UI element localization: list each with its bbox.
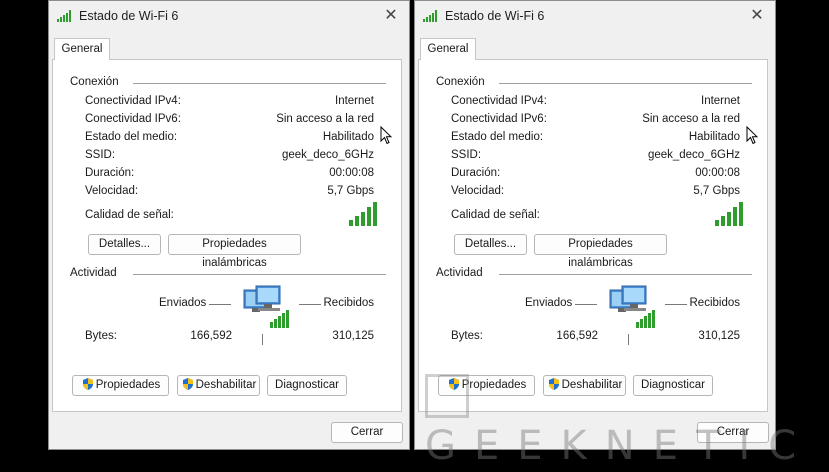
details-button[interactable]: Detalles...	[454, 234, 527, 255]
shield-icon	[182, 378, 193, 390]
tab-general[interactable]: General	[420, 38, 476, 60]
divider	[499, 83, 752, 84]
close-icon[interactable]: ✕	[383, 7, 399, 25]
speed-label: Velocidad:	[85, 185, 139, 197]
received-line	[665, 304, 687, 305]
bytes-received-value: 310,125	[698, 330, 740, 342]
speed-label: Velocidad:	[451, 185, 505, 197]
ssid-label: SSID:	[85, 149, 116, 161]
diagnose-button[interactable]: Diagnosticar	[633, 375, 713, 396]
duration-label: Duración:	[451, 167, 501, 179]
ipv4-value: Internet	[701, 95, 740, 107]
sent-line	[209, 304, 231, 305]
mouse-cursor-icon	[380, 126, 392, 145]
title-bar[interactable]: Estado de Wi-Fi 6 ✕	[415, 1, 775, 33]
signal-quality-label: Calidad de señal:	[451, 209, 540, 221]
divider	[499, 274, 752, 275]
network-computers-icon	[609, 285, 655, 328]
ipv6-label: Conectividad IPv6:	[451, 113, 547, 125]
activity-group-title: Actividad	[70, 267, 117, 279]
wifi-signal-icon	[57, 10, 71, 22]
disable-button-label: Deshabilitar	[561, 379, 623, 391]
wireless-properties-button[interactable]: Propiedades inalámbricas	[534, 234, 667, 269]
mouse-cursor-icon	[746, 126, 758, 145]
window-title: Estado de Wi-Fi 6	[79, 9, 179, 23]
bytes-label: Bytes:	[451, 330, 483, 342]
divider-tick	[628, 334, 629, 345]
bytes-sent-value: 166,592	[556, 330, 598, 342]
shield-icon	[448, 378, 459, 390]
signal-quality-bars-icon	[715, 202, 743, 226]
properties-button-label: Propiedades	[95, 379, 161, 391]
sent-label: Enviados	[525, 297, 573, 309]
ipv4-label: Conectividad IPv4:	[451, 95, 547, 107]
close-button[interactable]: Cerrar	[331, 422, 403, 443]
speed-value: 5,7 Gbps	[693, 185, 740, 197]
properties-button[interactable]: Propiedades	[438, 375, 535, 396]
disable-button-label: Deshabilitar	[195, 379, 257, 391]
connection-group-title: Conexión	[70, 76, 119, 88]
connection-group-title: Conexión	[436, 76, 485, 88]
window-title: Estado de Wi-Fi 6	[445, 9, 545, 23]
bytes-received-value: 310,125	[332, 330, 374, 342]
media-state-value: Habilitado	[322, 131, 374, 143]
media-state-label: Estado del medio:	[451, 131, 544, 143]
network-computers-icon	[243, 285, 289, 328]
signal-quality-label: Calidad de señal:	[85, 209, 174, 221]
title-bar[interactable]: Estado de Wi-Fi 6 ✕	[49, 1, 409, 33]
close-icon[interactable]: ✕	[749, 7, 765, 25]
received-label: Recibidos	[323, 297, 375, 309]
details-button[interactable]: Detalles...	[88, 234, 161, 255]
general-panel: Conexión Conectividad IPv4: Internet Con…	[52, 59, 402, 412]
duration-label: Duración:	[85, 167, 135, 179]
divider-tick	[262, 334, 263, 345]
properties-button-label: Propiedades	[461, 379, 527, 391]
wireless-properties-button[interactable]: Propiedades inalámbricas	[168, 234, 301, 269]
tab-general[interactable]: General	[54, 38, 110, 60]
shield-icon	[548, 378, 559, 390]
disable-button[interactable]: Deshabilitar	[543, 375, 626, 396]
sent-label: Enviados	[159, 297, 207, 309]
divider	[133, 83, 386, 84]
properties-button[interactable]: Propiedades	[72, 375, 169, 396]
divider	[133, 274, 386, 275]
ipv4-value: Internet	[335, 95, 374, 107]
ssid-value: geek_deco_6GHz	[281, 149, 374, 161]
ipv6-label: Conectividad IPv6:	[85, 113, 181, 125]
activity-group-title: Actividad	[436, 267, 483, 279]
wifi-status-window-1: Estado de Wi-Fi 6 ✕ General Conexión Con…	[48, 0, 410, 450]
sent-line	[575, 304, 597, 305]
ipv4-label: Conectividad IPv4:	[85, 95, 181, 107]
disable-button[interactable]: Deshabilitar	[177, 375, 260, 396]
ipv6-value: Sin acceso a la red	[276, 113, 374, 125]
speed-value: 5,7 Gbps	[327, 185, 374, 197]
close-button[interactable]: Cerrar	[697, 422, 769, 443]
bytes-sent-value: 166,592	[190, 330, 232, 342]
general-panel: Conexión Conectividad IPv4: Internet Con…	[418, 59, 768, 412]
received-label: Recibidos	[689, 297, 741, 309]
duration-value: 00:00:08	[329, 167, 374, 179]
duration-value: 00:00:08	[695, 167, 740, 179]
ssid-value: geek_deco_6GHz	[647, 149, 740, 161]
diagnose-button[interactable]: Diagnosticar	[267, 375, 347, 396]
ssid-label: SSID:	[451, 149, 482, 161]
media-state-value: Habilitado	[688, 131, 740, 143]
wifi-signal-icon	[423, 10, 437, 22]
shield-icon	[82, 378, 93, 390]
media-state-label: Estado del medio:	[85, 131, 178, 143]
received-line	[299, 304, 321, 305]
ipv6-value: Sin acceso a la red	[642, 113, 740, 125]
signal-quality-bars-icon	[349, 202, 377, 226]
bytes-label: Bytes:	[85, 330, 117, 342]
wifi-status-window-2: Estado de Wi-Fi 6 ✕ General Conexión Con…	[414, 0, 776, 450]
